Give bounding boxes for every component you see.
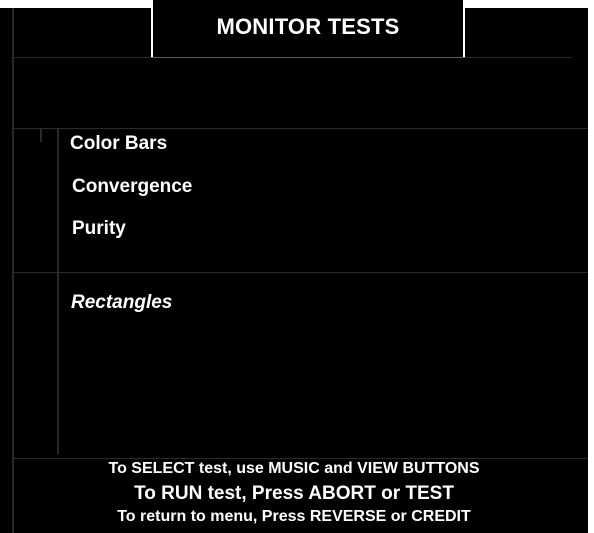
scanline-artifact — [12, 272, 588, 273]
page-title: MONITOR TESTS — [216, 14, 400, 39]
instruction-select: To SELECT test, use MUSIC and VIEW BUTTO… — [108, 460, 480, 477]
instructions-panel: To SELECT test, use MUSIC and VIEW BUTTO… — [0, 458, 588, 525]
monitor-tests-screen: MONITOR TESTS Color Bars Convergence Pur… — [0, 0, 594, 533]
menu-item-rectangles[interactable]: Rectangles — [71, 292, 172, 314]
menu-divider — [57, 128, 59, 454]
instruction-return: To return to menu, Press REVERSE or CRED… — [117, 508, 471, 525]
screen-border-right — [588, 0, 594, 533]
menu-item-purity[interactable]: Purity — [72, 218, 126, 240]
instruction-run: To RUN test, Press ABORT or TEST — [134, 483, 454, 504]
scanline-artifact — [12, 128, 588, 129]
menu-item-color-bars[interactable]: Color Bars — [70, 133, 167, 155]
title-box-bottom-edge — [151, 57, 465, 58]
menu-item-convergence[interactable]: Convergence — [72, 176, 192, 198]
scanline-artifact — [12, 8, 14, 533]
scanline-artifact — [40, 128, 42, 142]
